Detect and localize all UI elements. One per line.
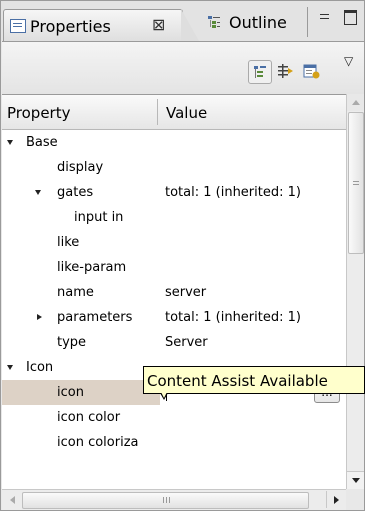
scroll-right-icon[interactable] bbox=[326, 491, 345, 508]
outline-view-icon bbox=[208, 16, 220, 28]
expand-toggle-icon[interactable] bbox=[35, 190, 41, 195]
table-row[interactable]: input in bbox=[2, 205, 346, 230]
vertical-scrollbar[interactable] bbox=[346, 94, 364, 489]
properties-view-icon bbox=[10, 19, 26, 33]
property-value: total: 1 (inherited: 1) bbox=[165, 185, 301, 200]
view-toolbar: ▽ bbox=[2, 41, 364, 94]
table-row[interactable]: like bbox=[2, 230, 346, 255]
property-name: Icon bbox=[26, 360, 54, 375]
restore-default-button[interactable] bbox=[300, 60, 322, 82]
minimize-icon[interactable] bbox=[320, 14, 329, 19]
column-divider[interactable] bbox=[157, 99, 158, 125]
property-name: input in bbox=[74, 210, 124, 225]
scrollbar-corner bbox=[346, 489, 364, 509]
tab-properties-label: Properties bbox=[30, 17, 111, 36]
property-name: icon color bbox=[57, 410, 121, 425]
show-advanced-button[interactable] bbox=[274, 60, 296, 82]
property-value: total: 1 (inherited: 1) bbox=[165, 310, 301, 325]
show-categories-button[interactable] bbox=[248, 60, 272, 84]
properties-table: Property Value Base display gates total:… bbox=[2, 94, 346, 490]
table-row[interactable]: display bbox=[2, 155, 346, 180]
grip-icon bbox=[163, 497, 164, 503]
table-row[interactable]: icon color bbox=[2, 405, 346, 430]
restore-default-icon bbox=[303, 64, 320, 79]
property-name: Base bbox=[26, 135, 58, 150]
column-header-property[interactable]: Property bbox=[7, 104, 70, 122]
horizontal-scroll-thumb[interactable] bbox=[22, 492, 309, 509]
expand-toggle-icon[interactable] bbox=[7, 365, 13, 370]
content-assist-tooltip: Content Assist Available bbox=[143, 366, 365, 394]
scroll-up-icon[interactable] bbox=[347, 94, 364, 111]
tab-outline[interactable]: Outline bbox=[197, 7, 308, 37]
table-row[interactable]: Base bbox=[2, 130, 346, 155]
property-value: Server bbox=[165, 335, 208, 350]
view-tab-bar: Properties ⊠ Outline bbox=[1, 1, 364, 42]
table-row[interactable]: gates total: 1 (inherited: 1) bbox=[2, 180, 346, 205]
scroll-left-icon[interactable] bbox=[4, 491, 20, 508]
property-name: parameters bbox=[57, 310, 133, 325]
property-name: icon coloriza bbox=[57, 435, 139, 450]
property-name: like-param bbox=[57, 260, 127, 275]
view-menu-icon[interactable]: ▽ bbox=[344, 54, 353, 68]
column-header-value[interactable]: Value bbox=[166, 104, 207, 122]
maximize-icon[interactable] bbox=[344, 10, 357, 25]
grip-icon bbox=[353, 181, 359, 182]
tab-properties[interactable]: Properties ⊠ bbox=[3, 9, 183, 42]
table-row[interactable]: icon coloriza bbox=[2, 430, 346, 455]
property-value: server bbox=[165, 285, 207, 300]
property-name: name bbox=[57, 285, 94, 300]
property-name: display bbox=[57, 160, 104, 175]
scroll-down-icon[interactable] bbox=[347, 471, 364, 489]
properties-view: Properties ⊠ Outline ▽ Property Value Ba… bbox=[0, 0, 365, 511]
property-name: icon bbox=[57, 385, 84, 400]
table-row[interactable]: type Server bbox=[2, 330, 346, 355]
table-header: Property Value bbox=[2, 95, 346, 130]
show-advanced-icon bbox=[278, 64, 293, 78]
table-row[interactable]: like-param bbox=[2, 255, 346, 280]
property-name: gates bbox=[57, 185, 94, 200]
property-name: like bbox=[57, 235, 80, 250]
tooltip-pointer bbox=[160, 392, 168, 400]
tab-outline-label: Outline bbox=[229, 13, 287, 32]
expand-toggle-icon[interactable] bbox=[7, 140, 13, 145]
close-tab-icon[interactable]: ⊠ bbox=[152, 15, 165, 34]
expand-toggle-icon[interactable] bbox=[37, 314, 42, 320]
property-name: type bbox=[57, 335, 87, 350]
table-row[interactable]: parameters total: 1 (inherited: 1) bbox=[2, 305, 346, 330]
horizontal-scrollbar[interactable] bbox=[2, 489, 346, 510]
show-categories-icon bbox=[254, 66, 266, 78]
vertical-scroll-thumb[interactable] bbox=[348, 112, 364, 254]
table-row[interactable]: name server bbox=[2, 280, 346, 305]
